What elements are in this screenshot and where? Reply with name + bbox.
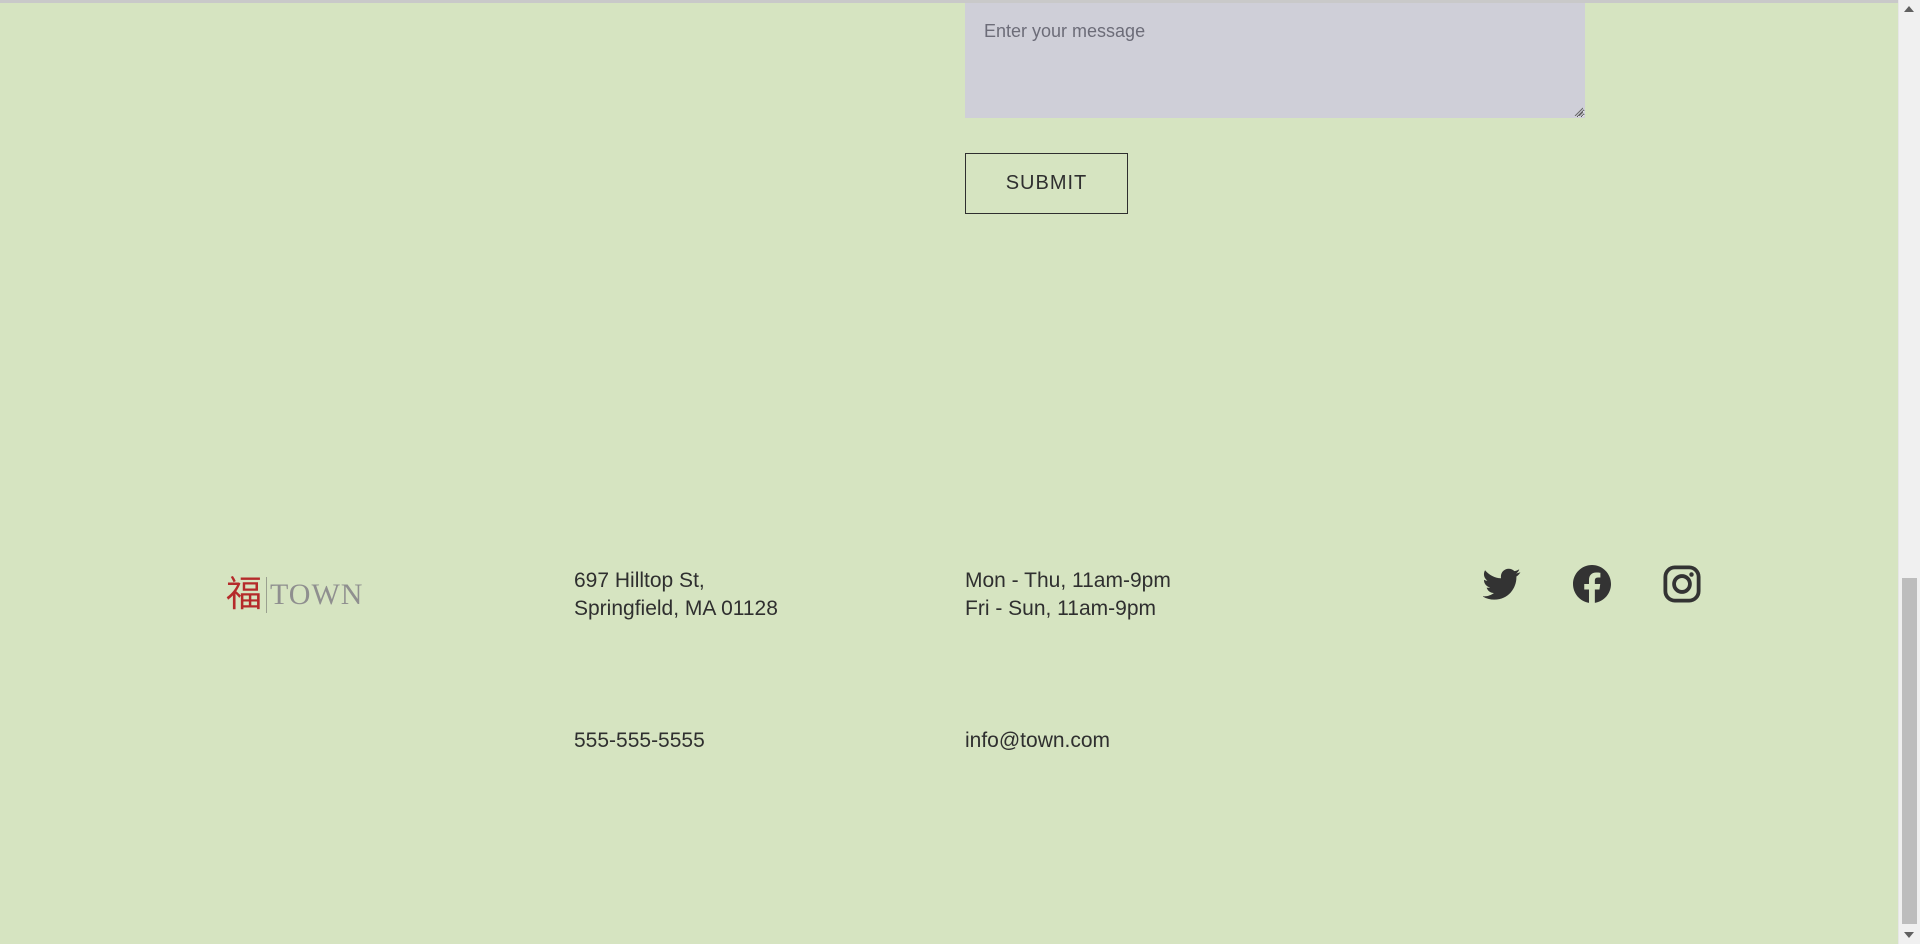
hours-line-1: Mon - Thu, 11am-9pm — [965, 569, 1171, 592]
scroll-up-arrow-icon[interactable] — [1904, 6, 1914, 12]
email-link[interactable]: info@town.com — [965, 727, 1110, 755]
phone-number[interactable]: 555-555-5555 — [574, 727, 705, 755]
scroll-thumb[interactable] — [1902, 578, 1917, 924]
message-textarea[interactable] — [965, 3, 1585, 118]
twitter-icon[interactable] — [1483, 565, 1521, 603]
scroll-down-arrow-icon[interactable] — [1904, 932, 1914, 938]
logo-glyph: 福 — [226, 574, 263, 615]
instagram-icon[interactable] — [1663, 565, 1701, 603]
town-logo[interactable]: 福 TOWN — [226, 574, 363, 616]
submit-button[interactable]: SUBMIT — [965, 153, 1128, 214]
top-divider — [0, 0, 1898, 3]
logo-divider — [266, 577, 268, 613]
facebook-icon[interactable] — [1573, 565, 1611, 603]
page: SUBMIT 福 TOWN 697 Hilltop St, Springfiel… — [0, 0, 1920, 944]
hours-line-2: Fri - Sun, 11am-9pm — [965, 597, 1156, 620]
address-line-1: 697 Hilltop St, — [574, 569, 705, 592]
vertical-scrollbar[interactable] — [1898, 0, 1920, 944]
address-line-2: Springfield, MA 01128 — [574, 597, 778, 620]
logo-wordmark: TOWN — [270, 578, 364, 611]
